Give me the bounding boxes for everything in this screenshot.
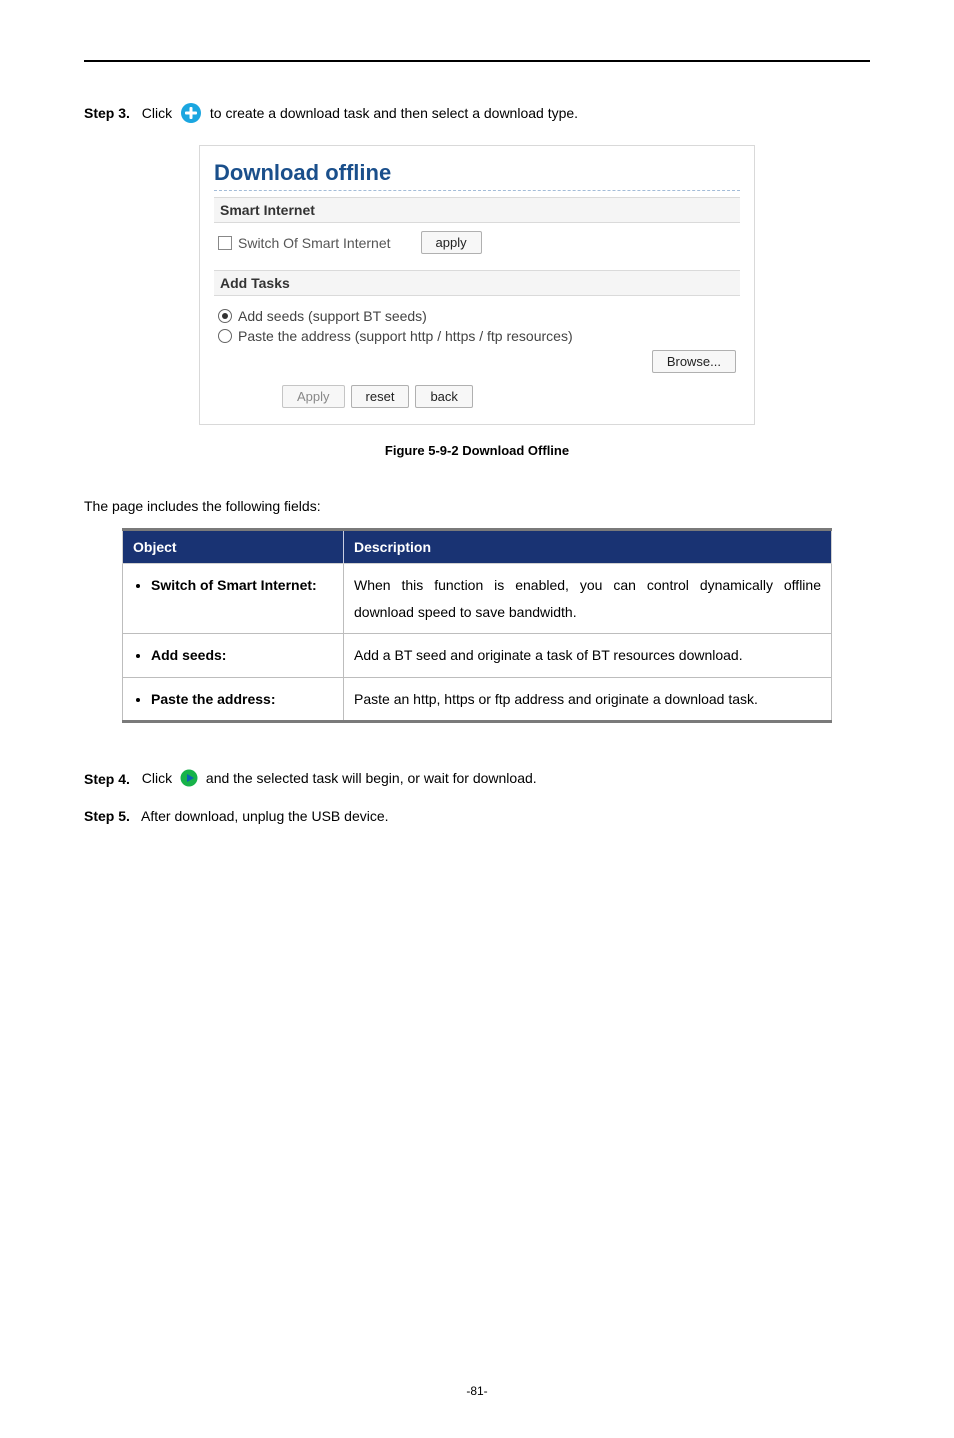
radio-unselected-icon: [218, 329, 232, 343]
back-button[interactable]: back: [415, 385, 472, 408]
fields-table: Object Description Switch of Smart Inter…: [122, 528, 832, 723]
figure-caption: Figure 5-9-2 Download Offline: [84, 443, 870, 458]
step-3-post: to create a download task and then selec…: [210, 105, 578, 121]
radio-add-seeds[interactable]: Add seeds (support BT seeds): [218, 306, 736, 326]
obj-paste-address: Paste the address:: [151, 686, 333, 713]
section-add-tasks: Add Tasks: [214, 270, 740, 296]
dialog-title: Download offline: [214, 160, 740, 191]
fields-intro: The page includes the following fields:: [84, 498, 870, 514]
desc-paste-address: Paste an http, https or ftp address and …: [344, 677, 832, 722]
download-offline-dialog: Download offline Smart Internet Switch O…: [199, 145, 755, 425]
radio-selected-icon: [218, 309, 232, 323]
step-4: Step 4. Click and the selected task will…: [84, 769, 870, 790]
table-row: Switch of Smart Internet: When this func…: [123, 564, 832, 634]
browse-button[interactable]: Browse...: [652, 350, 736, 373]
radio-paste-address-label: Paste the address (support http / https …: [238, 328, 573, 344]
desc-add-seeds: Add a BT seed and originate a task of BT…: [344, 634, 832, 678]
step-5-text: After download, unplug the USB device.: [141, 808, 389, 824]
obj-switch-smart-internet: Switch of Smart Internet:: [151, 572, 333, 599]
obj-add-seeds: Add seeds:: [151, 642, 333, 669]
step-5: Step 5. After download, unplug the USB d…: [84, 808, 870, 824]
switch-smart-internet-checkbox[interactable]: Switch Of Smart Internet: [218, 235, 391, 251]
reset-button[interactable]: reset: [351, 385, 410, 408]
page-number: -81-: [84, 1384, 870, 1398]
step-3: Step 3. Click to create a download task …: [84, 102, 870, 127]
add-icon: [180, 102, 202, 127]
step-3-label: Step 3.: [84, 105, 130, 121]
radio-paste-address[interactable]: Paste the address (support http / https …: [218, 326, 736, 346]
desc-switch-smart-internet: When this function is enabled, you can c…: [344, 564, 832, 634]
table-row: Add seeds: Add a BT seed and originate a…: [123, 634, 832, 678]
step-5-label: Step 5.: [84, 808, 130, 824]
section-smart-internet: Smart Internet: [214, 197, 740, 223]
th-description: Description: [344, 530, 832, 564]
play-icon: [180, 769, 198, 790]
step-3-pre: Click: [142, 105, 176, 121]
switch-label: Switch Of Smart Internet: [238, 235, 391, 251]
apply-smart-internet-button[interactable]: apply: [421, 231, 482, 254]
step-4-pre: Click: [142, 771, 176, 787]
step-4-label: Step 4.: [84, 771, 130, 787]
th-object: Object: [123, 530, 344, 564]
table-row: Paste the address: Paste an http, https …: [123, 677, 832, 722]
radio-add-seeds-label: Add seeds (support BT seeds): [238, 308, 427, 324]
step-4-post: and the selected task will begin, or wai…: [206, 771, 537, 787]
apply-button[interactable]: Apply: [282, 385, 345, 408]
checkbox-icon: [218, 236, 232, 250]
